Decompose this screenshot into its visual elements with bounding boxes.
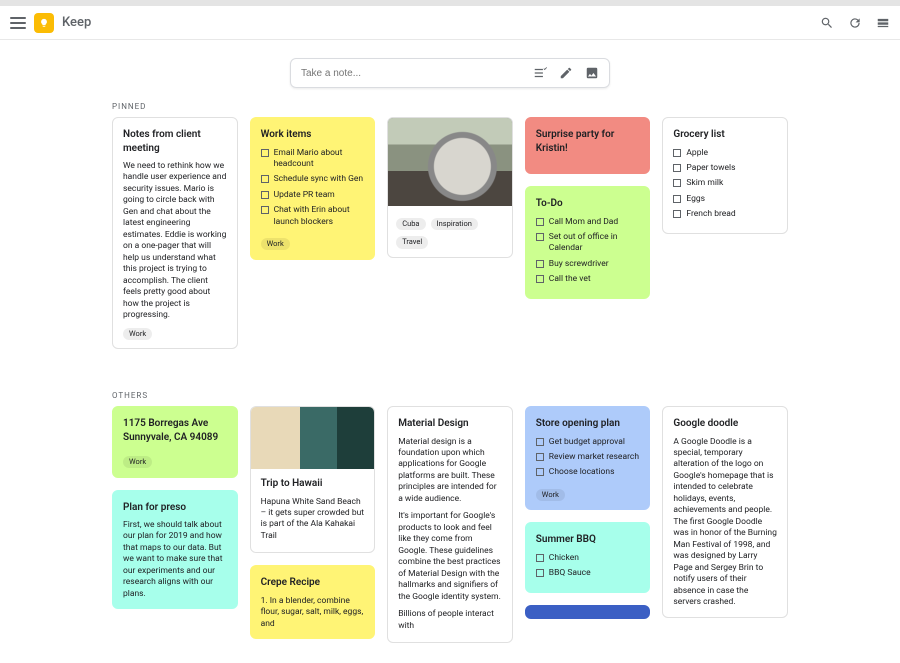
menu-icon[interactable]: [10, 15, 26, 31]
note-tag[interactable]: Work: [536, 489, 565, 501]
note-crepe[interactable]: Crepe Recipe 1. In a blender, combine fl…: [250, 565, 376, 639]
note-tag[interactable]: Work: [123, 456, 152, 468]
check-item-label: Buy screwdriver: [549, 259, 609, 270]
checkbox-icon[interactable]: [536, 554, 544, 562]
check-item-label: Eggs: [686, 194, 705, 205]
checkbox-icon[interactable]: [536, 438, 544, 446]
checkbox-icon[interactable]: [261, 175, 269, 183]
checkbox-icon[interactable]: [673, 210, 681, 218]
note-body: It's important for Google's products to …: [398, 511, 502, 603]
note-hawaii[interactable]: Trip to Hawaii Hapuna White Sand Beach –…: [250, 406, 376, 553]
check-item-label: Apple: [686, 148, 708, 159]
checkbox-icon[interactable]: [536, 275, 544, 283]
checkbox-icon[interactable]: [673, 179, 681, 187]
check-item-label: Paper towels: [686, 163, 735, 174]
checkbox-icon[interactable]: [261, 206, 269, 214]
check-item-label: Skim milk: [686, 178, 723, 189]
note-surprise[interactable]: Surprise party for Kristin!: [525, 117, 651, 174]
note-title: Work items: [261, 128, 365, 142]
compose-bar[interactable]: [290, 58, 610, 88]
new-checklist-icon[interactable]: [533, 66, 547, 80]
note-plan-preso[interactable]: Plan for preso First, we should talk abo…: [112, 490, 238, 610]
check-item-label: Schedule sync with Gen: [274, 174, 364, 185]
note-image: [251, 407, 375, 469]
note-client-meeting[interactable]: Notes from client meeting We need to ret…: [112, 117, 238, 349]
note-google-doodle[interactable]: Google doodle A Google Doodle is a speci…: [662, 406, 788, 618]
check-item-label: Choose locations: [549, 467, 615, 478]
new-drawing-icon[interactable]: [559, 66, 573, 80]
note-todo[interactable]: To-Do Call Mom and Dad Set out of office…: [525, 186, 651, 299]
checkbox-icon[interactable]: [536, 233, 544, 241]
check-item-label: Email Mario about headcount: [274, 148, 365, 171]
checkbox-icon[interactable]: [673, 164, 681, 172]
note-title: To-Do: [536, 197, 640, 211]
note-image: [388, 118, 512, 206]
app-header: Keep: [0, 6, 900, 40]
check-item-label: Call Mom and Dad: [549, 217, 618, 228]
checkbox-icon[interactable]: [536, 218, 544, 226]
note-tag[interactable]: Work: [123, 328, 152, 340]
note-tag[interactable]: Travel: [396, 236, 428, 248]
checkbox-icon[interactable]: [673, 195, 681, 203]
check-item-label: BBQ Sauce: [549, 568, 591, 579]
pinned-board: Notes from client meeting We need to ret…: [0, 117, 900, 369]
note-title: Google doodle: [673, 417, 777, 431]
checkbox-icon[interactable]: [536, 453, 544, 461]
note-body: Hapuna White Sand Beach – it gets super …: [261, 497, 365, 543]
refresh-icon[interactable]: [848, 16, 862, 30]
note-body: 1. In a blender, combine flour, sugar, s…: [261, 596, 365, 630]
note-summer-bbq[interactable]: Summer BBQ Chicken BBQ Sauce: [525, 522, 651, 592]
note-title: Trip to Hawaii: [261, 477, 365, 491]
note-tag[interactable]: Cuba: [396, 218, 425, 230]
note-store-plan[interactable]: Store opening plan Get budget approval R…: [525, 406, 651, 510]
note-grocery[interactable]: Grocery list Apple Paper towels Skim mil…: [662, 117, 788, 234]
checkbox-icon[interactable]: [536, 468, 544, 476]
compose-input[interactable]: [301, 68, 533, 79]
search-icon[interactable]: [820, 16, 834, 30]
note-title: 1175 Borregas Ave Sunnyvale, CA 94089: [123, 417, 227, 444]
checkbox-icon[interactable]: [536, 260, 544, 268]
note-address[interactable]: 1175 Borregas Ave Sunnyvale, CA 94089 Wo…: [112, 406, 238, 477]
note-body: First, we should talk about our plan for…: [123, 520, 227, 600]
check-item-label: Set out of office in Calendar: [549, 232, 640, 255]
check-item-label: Review market research: [549, 452, 639, 463]
note-title: Summer BBQ: [536, 533, 640, 547]
note-body: We need to rethink how we handle user ex…: [123, 161, 227, 322]
note-title: Notes from client meeting: [123, 128, 227, 155]
view-toggle-icon[interactable]: [876, 16, 890, 30]
note-work-items[interactable]: Work items Email Mario about headcount S…: [250, 117, 376, 260]
note-body: A Google Doodle is a special, temporary …: [673, 437, 777, 609]
check-item-label: Chicken: [549, 553, 579, 564]
note-title: Plan for preso: [123, 501, 227, 515]
note-title: Store opening plan: [536, 417, 640, 431]
checkbox-icon[interactable]: [261, 191, 269, 199]
note-title: Surprise party for Kristin!: [536, 128, 640, 155]
check-item-label: Get budget approval: [549, 437, 625, 448]
check-item-label: Chat with Erin about launch blockers: [274, 205, 365, 228]
others-board: 1175 Borregas Ave Sunnyvale, CA 94089 Wo…: [0, 406, 900, 663]
note-darkblue[interactable]: [525, 605, 651, 619]
note-title: Crepe Recipe: [261, 576, 365, 590]
note-title: Grocery list: [673, 128, 777, 142]
note-material-design[interactable]: Material Design Material design is a fou…: [387, 406, 513, 643]
note-title: Material Design: [398, 417, 502, 431]
note-tag[interactable]: Inspiration: [431, 218, 478, 230]
check-item-label: French bread: [686, 209, 735, 220]
checkbox-icon[interactable]: [536, 569, 544, 577]
new-image-icon[interactable]: [585, 66, 599, 80]
keep-logo-icon: [34, 13, 54, 33]
note-body: Billions of people interact with: [398, 609, 502, 632]
section-others-label: OTHERS: [0, 369, 900, 406]
checkbox-icon[interactable]: [261, 149, 269, 157]
note-body: Material design is a foundation upon whi…: [398, 437, 502, 506]
checkbox-icon[interactable]: [673, 149, 681, 157]
check-item-label: Call the vet: [549, 274, 591, 285]
note-car-image[interactable]: Cuba Inspiration Travel: [387, 117, 513, 258]
check-item-label: Update PR team: [274, 190, 335, 201]
section-pinned-label: PINNED: [0, 102, 900, 117]
app-title: Keep: [62, 15, 91, 30]
note-tag[interactable]: Work: [261, 238, 290, 250]
